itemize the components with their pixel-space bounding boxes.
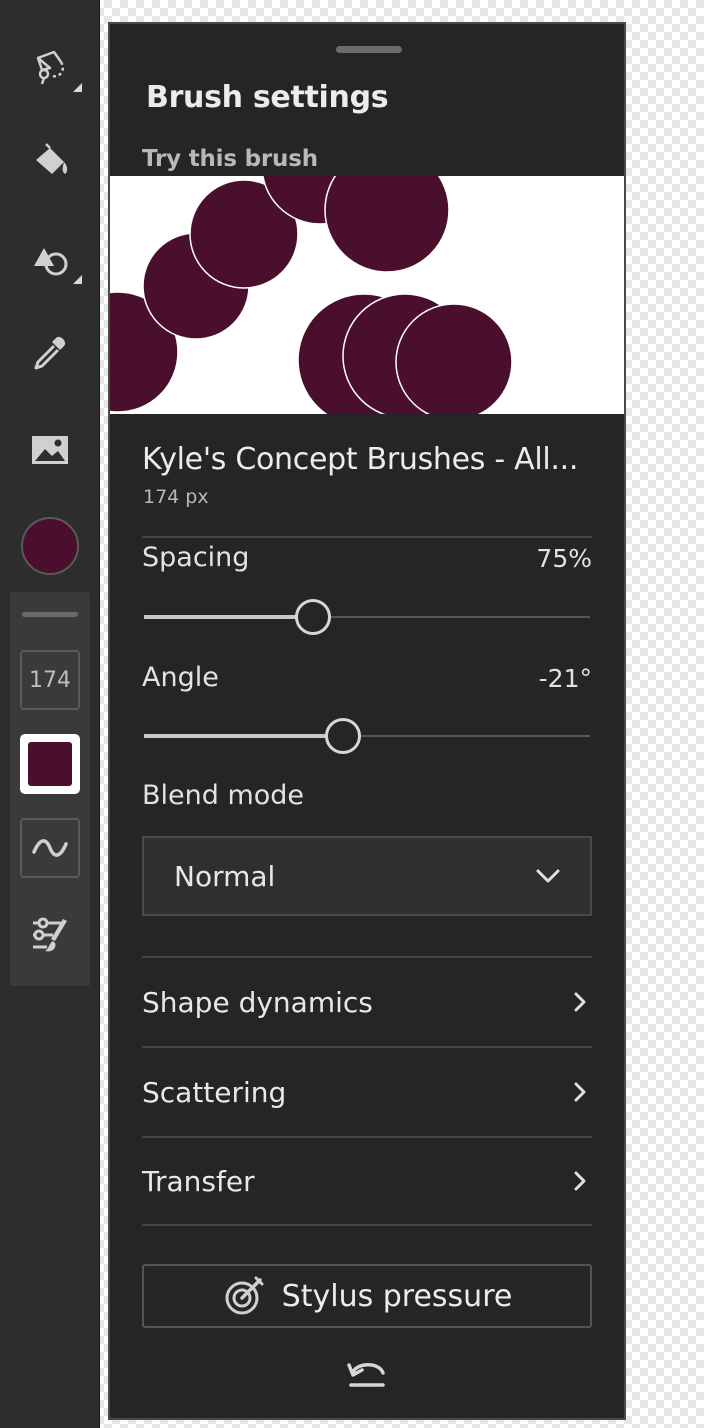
blend-mode-value: Normal bbox=[174, 859, 276, 893]
smoothing-wave-icon bbox=[32, 839, 68, 857]
spacing-slider-thumb[interactable] bbox=[295, 599, 331, 635]
reset-button[interactable] bbox=[344, 1354, 390, 1394]
chevron-right-icon bbox=[574, 1082, 586, 1102]
spacing-value: 75% bbox=[536, 544, 592, 573]
brush-preview-canvas[interactable] bbox=[110, 176, 624, 414]
submenu-indicator bbox=[73, 275, 82, 284]
panel-title: Brush settings bbox=[146, 80, 389, 115]
brush-size-input[interactable]: 174 bbox=[20, 650, 80, 710]
blend-mode-label: Blend mode bbox=[142, 780, 305, 811]
scattering-label: Scattering bbox=[142, 1075, 287, 1109]
brush-settings-panel: Brush settings Try this brush Kyle's Con… bbox=[108, 22, 626, 1420]
shape-tool[interactable] bbox=[20, 228, 82, 288]
foreground-color-swatch[interactable] bbox=[21, 517, 79, 575]
blend-mode-dropdown[interactable]: Normal bbox=[142, 836, 592, 916]
left-toolbar: 174 bbox=[0, 0, 100, 1428]
angle-slider[interactable] bbox=[144, 716, 590, 756]
brush-color-swatch bbox=[28, 742, 72, 786]
shape-dynamics-row[interactable]: Shape dynamics bbox=[142, 956, 592, 1046]
brush-size-label: 174 px bbox=[143, 486, 209, 508]
angle-value: -21° bbox=[538, 664, 592, 693]
spacing-slider-fill bbox=[144, 615, 313, 619]
brush-size-value: 174 bbox=[29, 667, 71, 693]
reset-icon bbox=[347, 1363, 385, 1387]
brush-color-button[interactable] bbox=[20, 734, 80, 794]
stylus-pressure-button[interactable]: Stylus pressure bbox=[142, 1264, 592, 1328]
angle-slider-thumb[interactable] bbox=[325, 718, 361, 754]
stylus-pressure-label: Stylus pressure bbox=[281, 1278, 513, 1314]
angle-label: Angle bbox=[142, 662, 219, 693]
spacing-slider[interactable] bbox=[144, 597, 590, 637]
lasso-tool[interactable] bbox=[20, 36, 82, 96]
image-tool[interactable] bbox=[20, 420, 80, 480]
lasso-select-icon bbox=[36, 50, 65, 85]
shape-tool-icon bbox=[34, 248, 68, 276]
eyedropper-tool[interactable] bbox=[20, 324, 80, 384]
spacing-label: Spacing bbox=[142, 542, 250, 573]
brush-name: Kyle's Concept Brushes - All... bbox=[142, 442, 579, 477]
divider bbox=[142, 536, 592, 538]
chevron-down-icon bbox=[536, 869, 560, 883]
brush-preview-strokes bbox=[110, 176, 513, 414]
angle-slider-fill bbox=[144, 734, 343, 738]
paint-bucket-icon bbox=[36, 143, 68, 174]
chevron-right-icon bbox=[574, 1171, 586, 1191]
stylus-pressure-icon bbox=[225, 1276, 264, 1315]
paint-bucket-tool[interactable] bbox=[20, 132, 80, 192]
transfer-row[interactable]: Transfer bbox=[142, 1136, 592, 1226]
brush-quick-panel: 174 bbox=[10, 592, 90, 986]
submenu-indicator bbox=[73, 83, 82, 92]
image-icon bbox=[32, 436, 68, 464]
scattering-row[interactable]: Scattering bbox=[142, 1046, 592, 1136]
eyedropper-icon bbox=[34, 336, 66, 370]
panel-drag-handle[interactable] bbox=[336, 46, 402, 53]
shape-dynamics-label: Shape dynamics bbox=[142, 985, 373, 1019]
transfer-label: Transfer bbox=[142, 1164, 255, 1198]
brush-settings-icon bbox=[33, 917, 67, 952]
chevron-right-icon bbox=[574, 992, 586, 1012]
quick-panel-handle[interactable] bbox=[22, 612, 78, 617]
smoothing-button[interactable] bbox=[20, 818, 80, 878]
brush-settings-button[interactable] bbox=[20, 904, 80, 964]
try-brush-label: Try this brush bbox=[142, 146, 318, 172]
